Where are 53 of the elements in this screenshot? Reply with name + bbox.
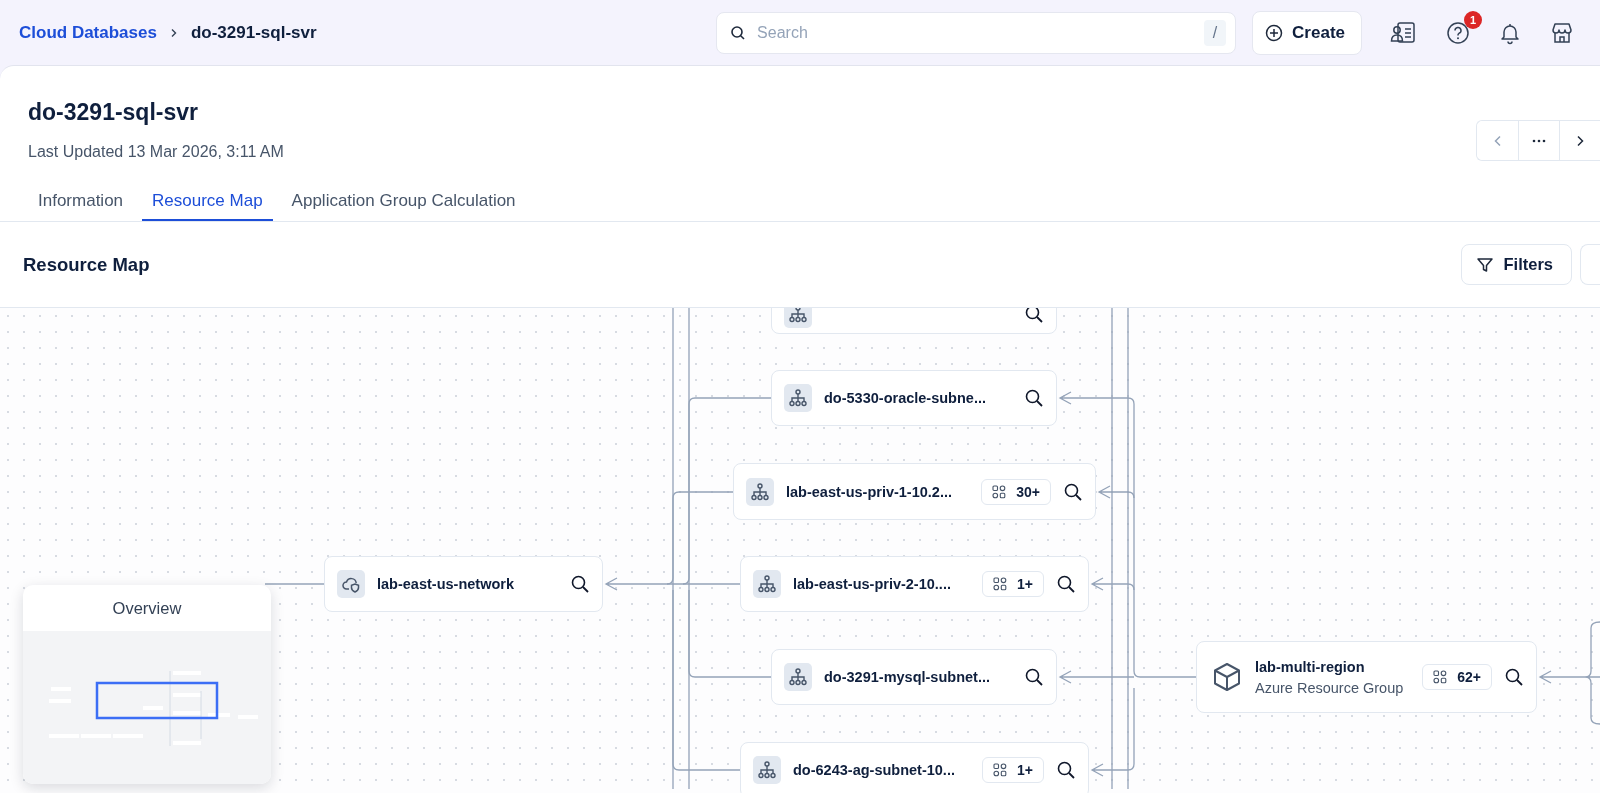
hierarchy-icon [753, 570, 781, 598]
overview-title: Overview [111, 597, 183, 619]
hierarchy-icon [753, 756, 781, 784]
map-node[interactable]: do-5330-oracle-subne... [771, 370, 1057, 426]
map-node[interactable]: lab-east-us-network [324, 556, 603, 612]
map-node[interactable]: lab-east-us-priv-1-10.2... 30+ [733, 463, 1096, 520]
search-icon[interactable] [1063, 481, 1083, 502]
search-icon[interactable] [1056, 574, 1076, 594]
map-node[interactable]: do-6243-ag-subnet-10... 1+ [740, 742, 1089, 793]
filters-button[interactable]: Filters [1461, 244, 1572, 285]
node-label: lab-east-us-network [377, 576, 515, 592]
section-title: Resource Map [23, 253, 150, 276]
search-icon[interactable] [1024, 308, 1044, 324]
search-icon[interactable] [570, 574, 590, 594]
breadcrumb-link[interactable]: Cloud Databases [19, 22, 157, 43]
hierarchy-icon [746, 477, 774, 506]
resource-count-badge: 1+ [982, 571, 1044, 597]
notification-badge: 1 [1464, 10, 1482, 29]
contact-list-icon[interactable] [1390, 20, 1416, 45]
node-label: do-5330-oracle-subne... [824, 390, 987, 406]
node-label: lab-east-us-priv-1-10.2... [786, 483, 953, 500]
last-updated-text: Last Updated 13 Mar 2026, 3:11 AM [28, 143, 284, 161]
search-icon[interactable] [1024, 388, 1044, 408]
hierarchy-icon [784, 663, 812, 691]
tab[interactable]: Application Group Calculation [281, 188, 526, 221]
tab[interactable]: Information [28, 188, 134, 221]
search-icon[interactable] [1504, 667, 1524, 687]
resource-count-badge: 62+ [1422, 664, 1492, 690]
cloud-shield-icon [337, 570, 365, 598]
map-node[interactable]: lab-east-us-priv-2-10.... 1+ [740, 556, 1089, 612]
store-icon[interactable] [1550, 20, 1574, 45]
resource-count-badge: 1+ [982, 757, 1044, 783]
hierarchy-icon [784, 384, 812, 412]
node-label: lab-multi-region [1255, 658, 1366, 675]
tab[interactable]: Resource Map [142, 188, 273, 221]
search-icon[interactable] [1024, 667, 1044, 687]
map-node[interactable]: do-3291-mysql-subnet... [771, 649, 1057, 705]
more-icon [1532, 138, 1546, 143]
page-title: do-3291-sql-svr [28, 99, 199, 126]
node-type: Azure Resource Group [1255, 679, 1405, 696]
plus-circle-icon [1265, 23, 1284, 42]
node-label: do-3291-mysql-subnet... [824, 669, 991, 685]
create-button[interactable]: Create [1252, 10, 1362, 55]
node-label: lab-east-us-priv-2-10.... [793, 576, 952, 592]
breadcrumb-current: do-3291-sql-svr [190, 22, 317, 43]
resource-count-badge: 30+ [981, 478, 1051, 505]
filter-icon [1476, 255, 1495, 274]
map-node[interactable]: lab-multi-region Azure Resource Group 62+ [1196, 641, 1537, 713]
search-icon[interactable] [1056, 760, 1076, 780]
search-icon [730, 24, 747, 41]
help-icon[interactable] [1446, 20, 1470, 45]
node-label: do-6243-ag-subnet-10... [793, 762, 956, 778]
cube-icon [1211, 661, 1243, 693]
